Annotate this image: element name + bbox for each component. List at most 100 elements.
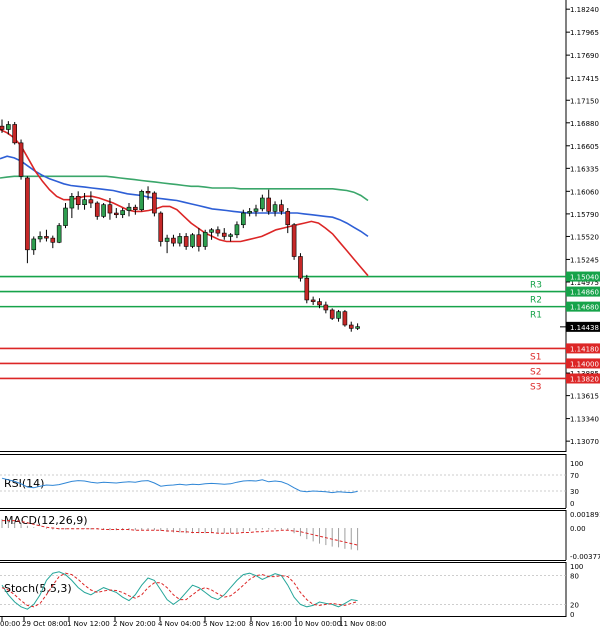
- candle-body: [88, 199, 94, 204]
- rsi-tick-label: 70: [570, 472, 579, 480]
- macd-tick-label: -0.003771: [570, 553, 600, 561]
- candle-body: [317, 301, 322, 306]
- candle: [253, 204, 259, 217]
- candle: [37, 231, 43, 243]
- candle: [50, 235, 56, 249]
- candle: [171, 234, 176, 247]
- candle: [209, 228, 214, 240]
- candle-body: [145, 191, 151, 194]
- pivot-price-tag-text: 1.14180: [570, 345, 599, 353]
- candle: [56, 223, 62, 244]
- macd-tick-label: 0.00: [570, 525, 586, 533]
- candle: [190, 233, 195, 249]
- time-tick-label: 00:00: [0, 620, 20, 628]
- candle: [285, 208, 291, 234]
- forex-chart: RSI(14) MACD(12,26,9) Stoch(5,5,3) 1.182…: [0, 0, 600, 628]
- price-tick-label: 1.15790: [570, 211, 599, 219]
- pivot-label-r2: R2: [530, 296, 542, 306]
- candle: [31, 236, 37, 255]
- rsi-tick-label: 30: [570, 488, 579, 496]
- candle-body: [241, 212, 246, 226]
- stoch-tick-label: 20: [570, 601, 579, 609]
- candle-body: [63, 207, 68, 226]
- candle-body: [31, 238, 37, 251]
- pivot-label-r3: R3: [530, 281, 542, 291]
- candle-body: [291, 224, 297, 257]
- price-tick-label: 1.18240: [570, 6, 599, 14]
- rsi-plot: 100 70 30 0: [0, 460, 583, 508]
- candle: [158, 211, 164, 247]
- candle-body: [215, 229, 221, 234]
- candle: [152, 191, 157, 217]
- candle: [355, 323, 360, 331]
- candle-body: [285, 211, 291, 226]
- price-tick-label: 1.16335: [570, 165, 599, 173]
- pivot-label-s1: S1: [530, 352, 541, 362]
- candle-body: [164, 237, 170, 242]
- candle: [114, 208, 119, 219]
- candle: [348, 321, 354, 332]
- candle: [63, 203, 68, 229]
- stoch-title: Stoch(5,5,3): [4, 582, 72, 595]
- candle-body: [272, 204, 278, 212]
- candle: [196, 228, 202, 252]
- candle: [221, 228, 227, 240]
- price-tick-label: 1.16605: [570, 143, 599, 151]
- candle-body: [0, 125, 5, 130]
- candle: [342, 309, 348, 327]
- candle-body: [69, 196, 75, 209]
- price-tick-label: 1.17415: [570, 75, 599, 83]
- candle-body: [253, 208, 259, 212]
- stoch-tick-label: 100: [570, 563, 583, 571]
- candle-body: [228, 234, 233, 237]
- price-tick-label: 1.13340: [570, 416, 599, 424]
- candle: [234, 221, 240, 239]
- candle: [12, 121, 17, 145]
- macd-tick-label: 0.001891: [570, 511, 600, 519]
- candle-body: [18, 142, 24, 177]
- candle: [94, 201, 100, 220]
- current-price-marker: 1.14438: [560, 321, 600, 332]
- candle-body: [196, 234, 202, 247]
- candle: [291, 223, 297, 260]
- price-tick-label: 1.15245: [570, 256, 599, 264]
- candlesticks: [0, 119, 360, 332]
- time-tick-label: 5 Nov 12:00: [203, 620, 246, 628]
- candle-body: [44, 236, 49, 239]
- candle-body: [126, 206, 132, 211]
- candle-body: [114, 212, 119, 216]
- pivot-price-tag-text: 1.14860: [570, 289, 599, 297]
- candle-body: [107, 204, 113, 214]
- candle-body: [171, 237, 176, 244]
- time-tick-label: 1 Nov 12:00: [67, 620, 110, 628]
- candle: [133, 204, 138, 215]
- candle: [260, 194, 265, 212]
- ma-mid-line: [0, 155, 369, 238]
- candle-body: [202, 231, 208, 247]
- candle-body: [152, 192, 157, 214]
- candle-body: [158, 212, 164, 242]
- pivot-price-tag-text: 1.15040: [570, 274, 599, 282]
- candle: [215, 226, 221, 237]
- candle-body: [56, 225, 62, 243]
- candle-body: [120, 210, 125, 216]
- candle: [139, 189, 144, 212]
- price-tick-label: 1.13615: [570, 393, 599, 401]
- stoch-tick-label: 0: [570, 611, 574, 619]
- macd-title: MACD(12,26,9): [4, 514, 88, 527]
- candle-body: [183, 236, 189, 247]
- candle-body: [133, 206, 138, 211]
- candle-body: [234, 224, 240, 236]
- time-tick-label: 8 Nov 16:00: [249, 620, 292, 628]
- time-tick-label: 11 Nov 08:00: [339, 620, 386, 628]
- candle: [101, 203, 106, 219]
- candle: [266, 189, 272, 215]
- candle-body: [310, 299, 316, 302]
- price-tick-label: 1.17965: [570, 29, 599, 37]
- time-tick-label: 29 Oct 08:00: [22, 620, 68, 628]
- candle-body: [75, 196, 81, 205]
- candle-body: [304, 277, 310, 301]
- candle-body: [12, 124, 17, 144]
- candle: [164, 234, 170, 254]
- candle-body: [260, 197, 265, 210]
